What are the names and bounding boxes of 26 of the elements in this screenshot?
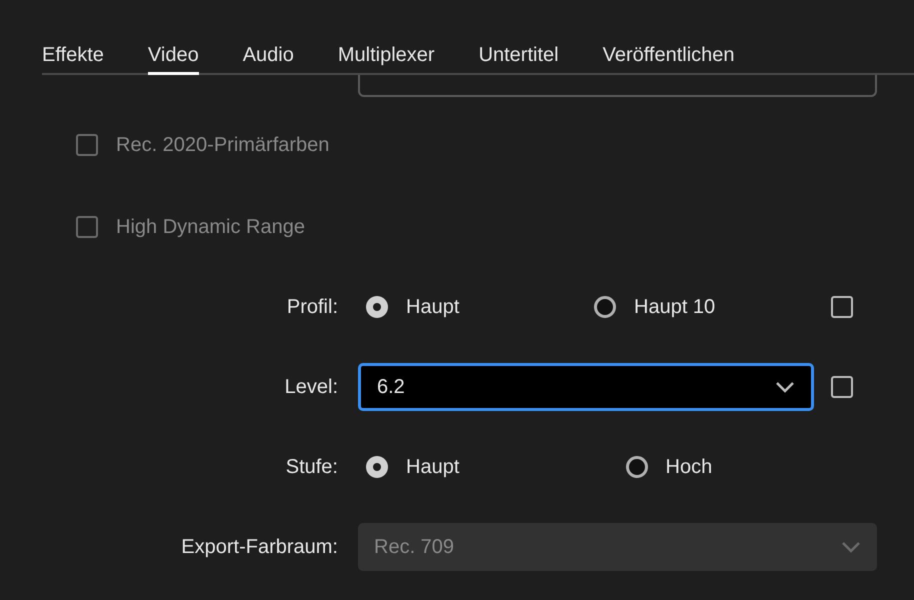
dropdown[interactable] (358, 75, 877, 97)
radio-button[interactable] (594, 296, 616, 318)
field-label: Level: (284, 375, 339, 400)
chevron-down-icon (775, 381, 795, 393)
checkbox[interactable] (831, 376, 853, 398)
tab[interactable]: Effekte (42, 38, 104, 75)
radio-button[interactable] (626, 456, 648, 478)
field-label: Export-Farbraum: (180, 535, 339, 560)
radio-button[interactable] (366, 296, 388, 318)
radio-label: Haupt 10 (634, 295, 716, 320)
field-label: Profil: (286, 295, 339, 320)
field-label: Stufe: (284, 455, 339, 480)
tab[interactable]: Audio (242, 38, 294, 75)
tab[interactable]: Veröffentlichen (602, 38, 735, 75)
checkbox-label: High Dynamic Range (116, 215, 305, 240)
radio-label: Hoch (666, 455, 712, 480)
checkbox-label: Rec. 2020-Primärfarben (116, 133, 330, 158)
tab[interactable]: Untertitel (478, 38, 559, 75)
dropdown[interactable]: 6.2 (358, 363, 814, 411)
radio-label: Haupt (406, 455, 460, 480)
checkbox[interactable] (831, 296, 853, 318)
radio-label: Haupt (406, 295, 460, 320)
radio-button[interactable] (366, 456, 388, 478)
tab[interactable]: Multiplexer (338, 38, 435, 75)
chevron-down-icon (841, 541, 861, 553)
tab[interactable]: Video (148, 38, 199, 75)
